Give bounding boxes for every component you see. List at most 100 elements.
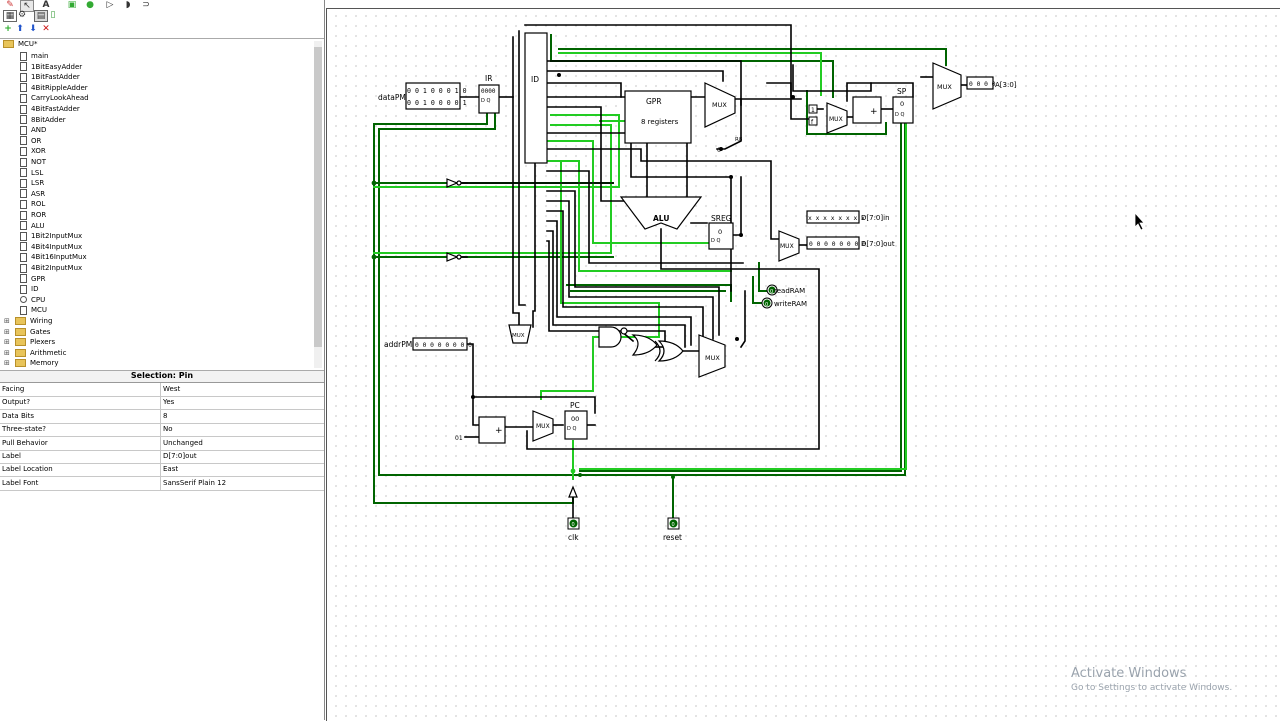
property-value[interactable]: SansSerif Plain 12: [163, 479, 226, 487]
property-value[interactable]: Yes: [163, 398, 174, 406]
expand-icon[interactable]: ⊞: [4, 338, 10, 346]
property-row[interactable]: Three-state? No: [0, 423, 324, 438]
sp-adder-plus: +: [870, 107, 878, 117]
add-circuit-icon[interactable]: +: [2, 24, 14, 34]
poke-tool-icon[interactable]: ✎: [4, 0, 16, 10]
tree-folder-memory[interactable]: Memory: [15, 358, 58, 368]
tree-item-lsl[interactable]: LSL: [20, 168, 43, 178]
tree-item-asr[interactable]: ASR: [20, 189, 45, 199]
property-value[interactable]: D[7:0]out: [163, 452, 197, 460]
tree-item-gpr[interactable]: GPR: [20, 274, 46, 284]
add-output-icon[interactable]: ●: [84, 0, 96, 10]
and-gate-icon[interactable]: ◗: [122, 0, 134, 10]
tree-item-4bit2inputmux[interactable]: 4Bit2InputMux: [20, 263, 82, 273]
tree-folder-gates[interactable]: Gates: [15, 327, 50, 337]
property-row[interactable]: Output? Yes: [0, 396, 324, 411]
property-value[interactable]: No: [163, 425, 173, 433]
simulation-view-icon[interactable]: ▯: [47, 10, 59, 20]
activation-watermark: Activate Windows Go to Settings to activ…: [1071, 666, 1232, 693]
property-value[interactable]: Unchanged: [163, 439, 203, 447]
tree-scrollbar-thumb[interactable]: [314, 47, 322, 347]
tree-item-id[interactable]: ID: [20, 284, 38, 294]
expand-icon[interactable]: ⊞: [4, 349, 10, 357]
label-addrPM: addrPM: [384, 340, 412, 349]
tree-item-and[interactable]: AND: [20, 125, 46, 135]
tree-item-alu[interactable]: ALU: [20, 221, 44, 231]
label-id: ID: [531, 75, 539, 84]
property-row[interactable]: Label Font SansSerif Plain 12: [0, 476, 324, 491]
tree-item-lsr[interactable]: LSR: [20, 178, 44, 188]
expand-icon[interactable]: ⊞: [4, 328, 10, 336]
property-row[interactable]: Label D[7:0]out: [0, 450, 324, 464]
property-divider: [160, 396, 161, 410]
tree-folder-plexers[interactable]: Plexers: [15, 337, 55, 347]
or-gate-icon[interactable]: ⊃: [140, 0, 152, 10]
tree-item-mcu[interactable]: MCU: [20, 305, 47, 315]
tree-root[interactable]: MCU*: [3, 40, 38, 48]
circuit-icon: [20, 72, 27, 82]
tree-item-4bitfastadder[interactable]: 4BitFastAdder: [20, 104, 80, 114]
watermark-title: Activate Windows: [1071, 666, 1187, 681]
expand-icon[interactable]: ⊞: [4, 317, 10, 325]
tree-folder-wiring[interactable]: Wiring: [15, 316, 52, 326]
tree-item-main[interactable]: main: [20, 51, 49, 61]
project-tree: MCU* main 1BitEasyAdder 1BitFastAdder 4BitR…: [0, 38, 324, 371]
add-input-icon[interactable]: ▣: [66, 0, 78, 10]
alu-block[interactable]: [619, 196, 703, 230]
edit-appearance-icon[interactable]: ⚙: [16, 10, 28, 20]
tree-item-4bit4inputmux[interactable]: 4Bit4InputMux: [20, 242, 82, 252]
not-gate-icon[interactable]: ▷: [104, 0, 116, 10]
label-mux-a: MUX: [937, 83, 952, 91]
tree-item-cpu[interactable]: CPU: [20, 295, 45, 305]
property-value[interactable]: West: [163, 385, 180, 393]
tree-item-1bitfastadder[interactable]: 1BitFastAdder: [20, 72, 80, 82]
value-const0: 0: [717, 146, 721, 154]
ir-dq: D Q: [481, 98, 490, 104]
tree-item-label: main: [31, 52, 49, 60]
tree-item-1bit2inputmux[interactable]: 1Bit2InputMux: [20, 231, 82, 241]
value-reset: 0: [672, 522, 675, 528]
label-sreg: SREG: [711, 214, 732, 223]
tree-item-1biteasyadder[interactable]: 1BitEasyAdder: [20, 62, 82, 72]
id-decoder[interactable]: [524, 32, 548, 164]
tree-item-label: NOT: [31, 158, 47, 166]
tree-item-not[interactable]: NOT: [20, 157, 46, 167]
circuit-canvas[interactable]: dataPM 0 0 1 0 0 0 1 0 0 0 1 0 0 0 0 1 I…: [326, 8, 1280, 721]
tree-item-label: 1BitEasyAdder: [31, 62, 83, 71]
property-value[interactable]: East: [163, 465, 178, 473]
move-down-icon[interactable]: ⬇: [27, 24, 39, 34]
tree-item-rol[interactable]: ROL: [20, 199, 45, 209]
property-row[interactable]: Data Bits 8: [0, 409, 324, 424]
property-value[interactable]: 8: [163, 412, 167, 420]
label-sp: SP: [897, 87, 907, 96]
sreg-register[interactable]: [708, 222, 734, 250]
pc-dq: D Q: [567, 426, 576, 432]
xor-gate[interactable]: [657, 340, 684, 362]
text-tool-icon[interactable]: A: [40, 0, 52, 10]
tree-item-ror[interactable]: ROR: [20, 210, 46, 220]
circuit-icon: [20, 51, 27, 61]
tree-item-or[interactable]: OR: [20, 136, 41, 146]
label-readRAM: readRAM: [774, 287, 805, 295]
tree-item-8bitadder[interactable]: 8BitAdder: [20, 115, 66, 125]
toolbox-view-icon[interactable]: ▤: [34, 10, 48, 22]
and-gate[interactable]: [598, 326, 622, 348]
tree-item-carrylookahead[interactable]: CarryLookAhead: [20, 93, 89, 103]
property-row[interactable]: Facing West: [0, 383, 324, 397]
tree-folder-arithmetic[interactable]: Arithmetic: [15, 348, 66, 358]
property-row[interactable]: Pull Behavior Unchanged: [0, 436, 324, 451]
tree-item-4bitrippleadder[interactable]: 4BitRippleAdder: [20, 83, 88, 93]
not-gate-1-bubble: [456, 180, 462, 186]
expand-icon[interactable]: ⊞: [4, 359, 10, 367]
tree-folder-label: Plexers: [30, 338, 56, 347]
circuit-icon: [20, 178, 27, 188]
property-row[interactable]: Label Location East: [0, 463, 324, 478]
edit-layout-icon[interactable]: ▦: [3, 10, 17, 22]
circuit-diagram[interactable]: dataPM 0 0 1 0 0 0 1 0 0 0 1 0 0 0 0 1 I…: [327, 9, 1280, 721]
delete-circuit-icon[interactable]: ✕: [40, 24, 52, 34]
label-ir: IR: [485, 74, 492, 83]
circuit-icon: [20, 210, 27, 220]
tree-item-4bit16inputmux[interactable]: 4Bit16InputMux: [20, 252, 87, 262]
tree-item-xor[interactable]: XOR: [20, 146, 46, 156]
move-up-icon[interactable]: ⬆: [14, 24, 26, 34]
